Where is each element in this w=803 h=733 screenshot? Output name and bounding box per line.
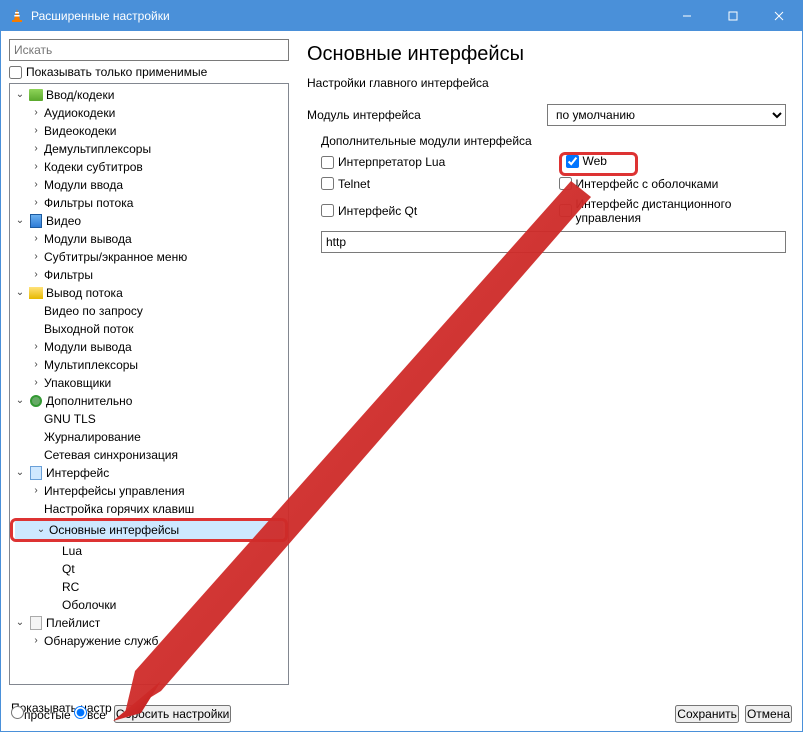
vlc-cone-icon: [9, 8, 25, 24]
chevron-down-icon[interactable]: ⌄: [12, 617, 28, 629]
chevron-down-icon[interactable]: ⌄: [12, 89, 28, 101]
tree-stream-filters[interactable]: ›Фильтры потока: [10, 194, 288, 212]
chevron-right-icon[interactable]: ›: [28, 342, 44, 353]
page-title: Основные интерфейсы: [307, 43, 786, 66]
highlight-main-interfaces: ⌄Основные интерфейсы: [10, 518, 288, 542]
tree-input-modules[interactable]: ›Модули ввода: [10, 176, 288, 194]
minimize-button[interactable]: [664, 1, 710, 31]
tree-ctrl-interfaces[interactable]: ›Интерфейсы управления: [10, 482, 288, 500]
chevron-right-icon[interactable]: ›: [28, 126, 44, 137]
tree-muxers[interactable]: ›Мультиплексоры: [10, 356, 288, 374]
chevron-down-icon[interactable]: ⌄: [12, 467, 28, 479]
tree-rc[interactable]: RC: [10, 578, 288, 596]
tree-demux[interactable]: ›Демультиплексоры: [10, 140, 288, 158]
tree-interface[interactable]: ⌄Интерфейс: [10, 464, 288, 482]
tree-video-codecs[interactable]: ›Видеокодеки: [10, 122, 288, 140]
interface-icon: [30, 466, 42, 480]
qt-checkbox[interactable]: Интерфейс Qt: [321, 197, 549, 225]
tree-packagers[interactable]: ›Упаковщики: [10, 374, 288, 392]
tree-netsync[interactable]: Сетевая синхронизация: [10, 446, 288, 464]
chevron-right-icon[interactable]: ›: [28, 108, 44, 119]
rc-checkbox[interactable]: Интерфейс дистанционного управления: [559, 197, 787, 225]
tree-main-interfaces[interactable]: ⌄Основные интерфейсы: [15, 521, 283, 539]
web-checkbox[interactable]: Web: [566, 154, 607, 168]
film-icon: [30, 214, 42, 228]
tree-stream-out[interactable]: ⌄Вывод потока: [10, 284, 288, 302]
tree-gnutls[interactable]: GNU TLS: [10, 410, 288, 428]
window-title: Расширенные настройки: [31, 9, 664, 23]
chevron-right-icon[interactable]: ›: [28, 486, 44, 497]
chevron-right-icon[interactable]: ›: [28, 252, 44, 263]
chevron-right-icon[interactable]: ›: [28, 162, 44, 173]
maximize-button[interactable]: [710, 1, 756, 31]
chevron-right-icon[interactable]: ›: [28, 360, 44, 371]
chevron-down-icon[interactable]: ⌄: [12, 287, 28, 299]
cancel-button[interactable]: Отмена: [745, 705, 792, 723]
lua-checkbox[interactable]: Интерпретатор Lua: [321, 154, 549, 171]
chevron-right-icon[interactable]: ›: [28, 198, 44, 209]
tree-out-stream[interactable]: Выходной поток: [10, 320, 288, 338]
tree-playlist[interactable]: ⌄Плейлист: [10, 614, 288, 632]
interface-module-select[interactable]: по умолчанию: [547, 104, 786, 126]
skins-checkbox[interactable]: Интерфейс с оболочками: [559, 177, 787, 191]
tree-lua[interactable]: Lua: [10, 542, 288, 560]
tree-sub-codecs[interactable]: ›Кодеки субтитров: [10, 158, 288, 176]
titlebar: Расширенные настройки: [1, 1, 802, 31]
settings-tree[interactable]: ⌄Ввод/кодеки ›Аудиокодеки ›Видеокодеки ›…: [9, 83, 289, 685]
chevron-right-icon[interactable]: ›: [28, 144, 44, 155]
tree-qt[interactable]: Qt: [10, 560, 288, 578]
show-only-applicable-input[interactable]: [9, 66, 22, 79]
radio-all[interactable]: все: [74, 708, 106, 722]
show-only-applicable-checkbox[interactable]: Показывать только применимые: [9, 65, 289, 79]
folder-icon: [29, 89, 43, 101]
gear-icon: [30, 395, 42, 407]
chevron-down-icon[interactable]: ⌄: [33, 524, 49, 536]
search-input[interactable]: [9, 39, 289, 61]
tree-out-modules[interactable]: ›Модули вывода: [10, 338, 288, 356]
tree-video[interactable]: ⌄Видео: [10, 212, 288, 230]
tree-hotkeys[interactable]: Настройка горячих клавиш: [10, 500, 288, 518]
page-subtitle: Настройки главного интерфейса: [307, 76, 786, 90]
chevron-right-icon[interactable]: ›: [28, 636, 44, 647]
tree-input-codecs[interactable]: ⌄Ввод/кодеки: [10, 86, 288, 104]
tree-osd[interactable]: ›Субтитры/экранное меню: [10, 248, 288, 266]
output-icon: [29, 287, 43, 299]
tree-output-modules[interactable]: ›Модули вывода: [10, 230, 288, 248]
save-button[interactable]: Сохранить: [675, 705, 739, 723]
interface-module-label: Модуль интерфейса: [307, 108, 547, 122]
show-only-applicable-label: Показывать только применимые: [26, 65, 207, 79]
tree-sd[interactable]: ›Обнаружение служб: [10, 632, 288, 650]
chevron-right-icon[interactable]: ›: [28, 378, 44, 389]
telnet-checkbox[interactable]: Telnet: [321, 177, 549, 191]
radio-simple[interactable]: простые: [11, 708, 71, 722]
tree-audio-codecs[interactable]: ›Аудиокодеки: [10, 104, 288, 122]
extra-modules-label: Дополнительные модули интерфейса: [307, 134, 786, 148]
chevron-right-icon[interactable]: ›: [28, 180, 44, 191]
chevron-down-icon[interactable]: ⌄: [12, 215, 28, 227]
playlist-icon: [30, 616, 42, 630]
reset-button[interactable]: Сбросить настройки: [114, 705, 231, 723]
tree-filters[interactable]: ›Фильтры: [10, 266, 288, 284]
chevron-right-icon[interactable]: ›: [28, 234, 44, 245]
close-button[interactable]: [756, 1, 802, 31]
tree-skins[interactable]: Оболочки: [10, 596, 288, 614]
tree-advanced[interactable]: ⌄Дополнительно: [10, 392, 288, 410]
highlight-web: Web: [559, 152, 638, 176]
modules-input[interactable]: [321, 231, 786, 253]
chevron-down-icon[interactable]: ⌄: [12, 395, 28, 407]
chevron-right-icon[interactable]: ›: [28, 270, 44, 281]
tree-logging[interactable]: Журналирование: [10, 428, 288, 446]
tree-vod[interactable]: Видео по запросу: [10, 302, 288, 320]
